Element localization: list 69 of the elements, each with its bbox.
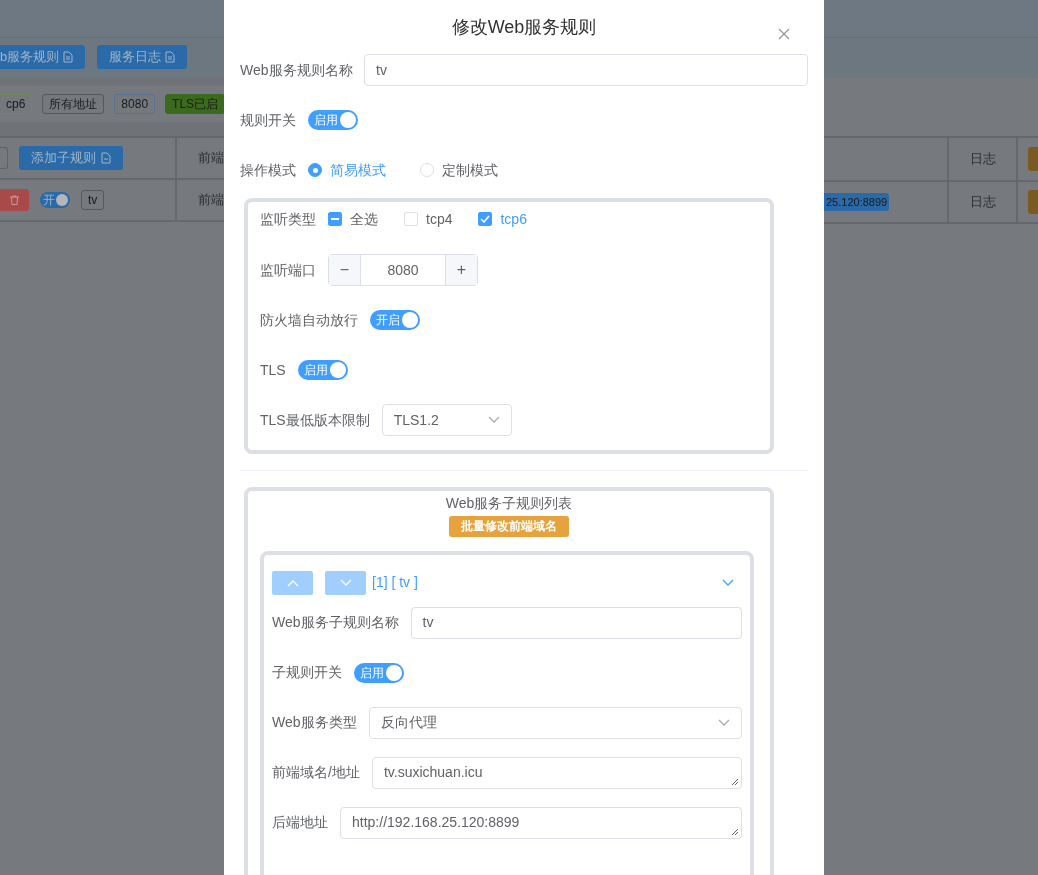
dialog-title: 修改Web服务规则 bbox=[451, 16, 597, 39]
document-icon bbox=[63, 51, 74, 63]
backend-tag: 25.120:8899 bbox=[824, 193, 890, 211]
select-field[interactable]: TLS1.2 bbox=[381, 404, 512, 436]
document-icon bbox=[101, 152, 111, 164]
toggle-switch[interactable]: 启用 bbox=[308, 110, 358, 130]
move-up-button[interactable] bbox=[272, 570, 313, 595]
input-field[interactable]: http://192.168.25.120:8899 bbox=[340, 806, 742, 839]
toggle-switch[interactable]: 启用 bbox=[354, 662, 404, 683]
column-header: 日志 bbox=[949, 138, 1018, 180]
input-field[interactable]: tv bbox=[364, 54, 808, 86]
field-label: 规则开关 bbox=[240, 110, 296, 130]
field-label: 防火墙自动放行 bbox=[260, 310, 358, 330]
field-label: 监听类型 bbox=[260, 209, 316, 229]
input-field[interactable]: tv.suxichuan.icu bbox=[371, 756, 742, 789]
checkbox-label: tcp4 bbox=[426, 209, 453, 229]
radio-label: 定制模式 bbox=[442, 160, 498, 180]
radio-label: 简易模式 bbox=[330, 160, 386, 180]
field-label: 操作模式 bbox=[240, 160, 296, 180]
field-label: 后端地址 bbox=[272, 813, 328, 833]
move-down-button[interactable] bbox=[325, 570, 366, 595]
checkbox-label: tcp6 bbox=[500, 209, 527, 229]
header-checkbox[interactable] bbox=[0, 147, 8, 169]
tag: 所有地址 bbox=[42, 93, 105, 114]
field-label: 子规则开关 bbox=[272, 663, 342, 683]
close-button[interactable] bbox=[778, 28, 790, 40]
caret-icon bbox=[718, 718, 730, 727]
field-label: 前端域名/地址 bbox=[272, 763, 360, 783]
checkbox[interactable] bbox=[478, 212, 493, 226]
action-button[interactable] bbox=[1028, 190, 1038, 214]
column-header: 前端 bbox=[197, 149, 224, 168]
table-cell-text: 前端 bbox=[197, 191, 224, 210]
field-label: Web服务子规则名称 bbox=[272, 613, 399, 633]
collapse-toggle[interactable] bbox=[722, 578, 734, 587]
field-label: Web服务规则名称 bbox=[240, 60, 352, 80]
checkbox-label: 全选 bbox=[350, 209, 378, 229]
select-field[interactable]: 反向代理 bbox=[368, 706, 742, 739]
tag: TLS已启 bbox=[165, 93, 224, 114]
section-title: Web服务子规则列表 bbox=[445, 494, 573, 513]
toggle-switch[interactable]: 开 bbox=[40, 192, 70, 208]
subrule-header[interactable]: [1] [ tv ] bbox=[372, 572, 418, 594]
batch-edit-button[interactable]: 批量修改前端域名 bbox=[449, 516, 569, 537]
caret-icon bbox=[487, 416, 500, 424]
toggle-switch[interactable]: 开启 bbox=[370, 310, 420, 330]
tag: cp6 bbox=[0, 93, 33, 114]
chevron-down-icon bbox=[722, 578, 734, 587]
field-label: Web服务类型 bbox=[272, 713, 357, 733]
close-icon bbox=[778, 28, 790, 40]
input-field[interactable]: tv bbox=[410, 606, 742, 639]
tag: 8080 bbox=[114, 93, 156, 114]
action-button[interactable] bbox=[1028, 147, 1038, 171]
toolbar-button[interactable]: 服务日志 bbox=[97, 45, 188, 69]
field-label: TLS最低版本限制 bbox=[260, 410, 370, 430]
resize-handle-icon bbox=[731, 827, 739, 836]
log-link[interactable]: 日志 bbox=[949, 182, 1018, 222]
field-label: TLS bbox=[260, 360, 286, 380]
resize-handle-icon bbox=[731, 777, 739, 786]
radio-button[interactable] bbox=[308, 163, 322, 177]
chevron-down-icon bbox=[339, 578, 352, 587]
add-subrule-button[interactable]: 添加子规则 bbox=[19, 146, 123, 170]
document-icon bbox=[165, 51, 176, 63]
name-tag: tv bbox=[81, 190, 105, 210]
field-label: 监听端口 bbox=[260, 260, 316, 280]
delete-button[interactable] bbox=[0, 189, 29, 211]
chevron-up-icon bbox=[286, 578, 299, 587]
trash-icon bbox=[10, 195, 19, 205]
toggle-switch[interactable]: 启用 bbox=[297, 360, 348, 380]
toolbar-button[interactable]: b服务规则 bbox=[0, 45, 86, 69]
checkbox[interactable] bbox=[328, 212, 342, 226]
